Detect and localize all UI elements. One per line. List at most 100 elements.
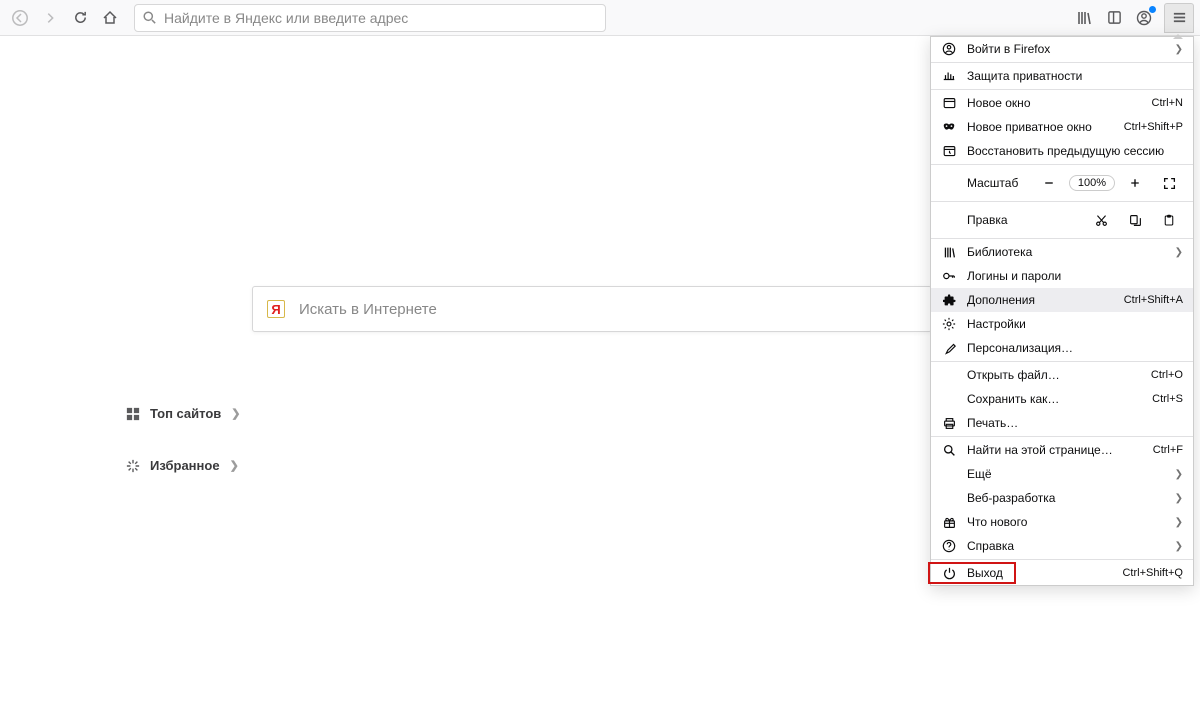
menu-label: Логины и пароли (967, 269, 1183, 283)
menu-shortcut: Ctrl+Shift+P (1124, 121, 1183, 133)
search-icon (143, 11, 156, 24)
settings-item[interactable]: Настройки (931, 312, 1193, 336)
reload-button[interactable] (66, 4, 94, 32)
menu-shortcut: Ctrl+S (1152, 393, 1183, 405)
favorites-section-header[interactable]: Избранное ❯ (126, 458, 239, 473)
urlbar-placeholder: Найдите в Яндекс или введите адрес (164, 10, 408, 26)
chevron-right-icon: ❯ (231, 407, 240, 420)
window-icon (941, 95, 957, 111)
copy-button[interactable] (1121, 207, 1149, 233)
app-menu-button[interactable] (1167, 6, 1191, 30)
topsites-label: Топ сайтов (150, 406, 221, 421)
menu-label: Открыть файл… (967, 368, 1141, 382)
mask-icon (941, 119, 957, 135)
menu-label: Выход (967, 566, 1112, 580)
favorites-label: Избранное (150, 458, 220, 473)
menu-label: Новое окно (967, 96, 1142, 110)
url-bar[interactable]: Найдите в Яндекс или введите адрес (134, 4, 606, 32)
menu-label: Веб-разработка (967, 491, 1165, 505)
chevron-right-icon: ❯ (1175, 517, 1183, 528)
menu-label: Ещё (967, 467, 1165, 481)
zoom-value[interactable]: 100% (1069, 175, 1115, 191)
library-icon (941, 244, 957, 260)
menu-shortcut: Ctrl+Shift+A (1124, 294, 1183, 306)
key-icon (941, 268, 957, 284)
menu-label: Настройки (967, 317, 1183, 331)
menu-shortcut: Ctrl+O (1151, 369, 1183, 381)
menu-shortcut: Ctrl+F (1153, 444, 1183, 456)
find-item[interactable]: Найти на этой странице… Ctrl+F (931, 438, 1193, 462)
power-icon (941, 565, 957, 581)
help-item[interactable]: Справка ❯ (931, 534, 1193, 558)
puzzle-icon (941, 292, 957, 308)
menu-label: Восстановить предыдущую сессию (967, 144, 1183, 158)
menu-label: Новое приватное окно (967, 120, 1114, 134)
zoom-row: Масштаб 100% (931, 166, 1193, 200)
chevron-right-icon: ❯ (1175, 44, 1183, 55)
menu-shortcut: Ctrl+Shift+Q (1122, 567, 1183, 579)
sidebar-button[interactable] (1100, 4, 1128, 32)
menu-label: Персонализация… (967, 341, 1183, 355)
edit-label: Правка (941, 213, 1081, 227)
shield-chart-icon (941, 68, 957, 84)
logins-item[interactable]: Логины и пароли (931, 264, 1193, 288)
chevron-right-icon: ❯ (230, 459, 239, 472)
zoom-out-button[interactable] (1035, 170, 1063, 196)
menu-label: Войти в Firefox (967, 42, 1165, 56)
account-icon (941, 41, 957, 57)
menu-label: Защита приватности (967, 69, 1183, 83)
customize-item[interactable]: Персонализация… (931, 336, 1193, 360)
app-menu: Войти в Firefox ❯ Защита приватности Нов… (930, 36, 1194, 586)
restore-session-item[interactable]: Восстановить предыдущую сессию (931, 139, 1193, 163)
chevron-right-icon: ❯ (1175, 493, 1183, 504)
restore-icon (941, 143, 957, 159)
home-button[interactable] (96, 4, 124, 32)
topsites-section-header[interactable]: Топ сайтов ❯ (126, 406, 240, 421)
open-file-item[interactable]: Открыть файл… Ctrl+O (931, 363, 1193, 387)
help-icon (941, 538, 957, 554)
paste-button[interactable] (1155, 207, 1183, 233)
menu-label: Найти на этой странице… (967, 443, 1143, 457)
addons-item[interactable]: Дополнения Ctrl+Shift+A (931, 288, 1193, 312)
save-as-item[interactable]: Сохранить как… Ctrl+S (931, 387, 1193, 411)
grid-icon (126, 407, 140, 421)
exit-item[interactable]: Выход Ctrl+Shift+Q (931, 561, 1193, 585)
menu-label: Справка (967, 539, 1165, 553)
web-search-box[interactable]: Я Искать в Интернете (252, 286, 932, 332)
menu-label: Дополнения (967, 293, 1114, 307)
signin-item[interactable]: Войти в Firefox ❯ (931, 37, 1193, 61)
zoom-label: Масштаб (941, 176, 1029, 190)
menu-label: Библиотека (967, 245, 1165, 259)
account-button[interactable] (1130, 4, 1158, 32)
new-private-item[interactable]: Новое приватное окно Ctrl+Shift+P (931, 115, 1193, 139)
more-item[interactable]: Ещё ❯ (931, 462, 1193, 486)
paintbrush-icon (941, 340, 957, 356)
chevron-right-icon: ❯ (1175, 247, 1183, 258)
gear-icon (941, 316, 957, 332)
menu-label: Что нового (967, 515, 1165, 529)
menu-shortcut: Ctrl+N (1152, 97, 1183, 109)
edit-row: Правка (931, 203, 1193, 237)
library-toolbar-button[interactable] (1070, 4, 1098, 32)
new-window-item[interactable]: Новое окно Ctrl+N (931, 91, 1193, 115)
print-item[interactable]: Печать… (931, 411, 1193, 435)
search-icon (941, 442, 957, 458)
sparkle-icon (126, 459, 140, 473)
library-item[interactable]: Библиотека ❯ (931, 240, 1193, 264)
privacy-item[interactable]: Защита приватности (931, 64, 1193, 88)
cut-button[interactable] (1087, 207, 1115, 233)
whatsnew-item[interactable]: Что нового ❯ (931, 510, 1193, 534)
toolbar: Найдите в Яндекс или введите адрес (0, 0, 1200, 36)
back-button (6, 4, 34, 32)
webdev-item[interactable]: Веб-разработка ❯ (931, 486, 1193, 510)
chevron-right-icon: ❯ (1175, 541, 1183, 552)
search-placeholder: Искать в Интернете (299, 301, 437, 318)
fullscreen-button[interactable] (1155, 170, 1183, 196)
yandex-logo-icon: Я (267, 300, 285, 318)
gift-icon (941, 514, 957, 530)
menu-label: Сохранить как… (967, 392, 1142, 406)
print-icon (941, 415, 957, 431)
forward-button (36, 4, 64, 32)
chevron-right-icon: ❯ (1175, 469, 1183, 480)
zoom-in-button[interactable] (1121, 170, 1149, 196)
